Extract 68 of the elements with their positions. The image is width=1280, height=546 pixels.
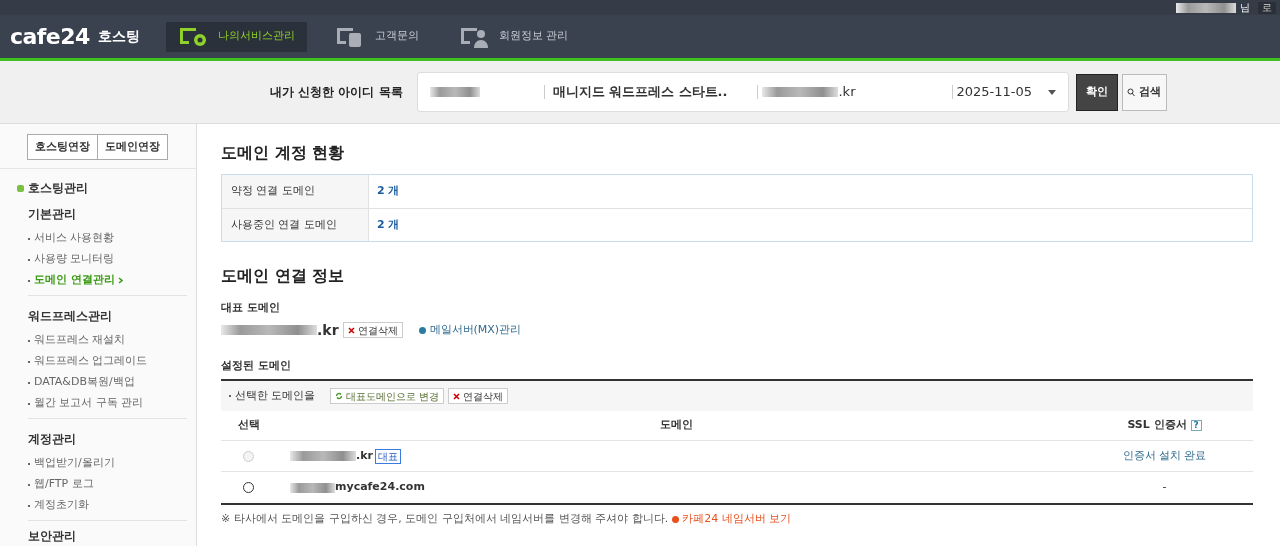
- sidebar-item[interactable]: 월간 보고서 구독 관리: [34, 395, 144, 412]
- section-bullet-icon: [17, 184, 24, 192]
- section-title: 도메인 연결 정보: [221, 265, 346, 287]
- user-suffix: 님: [1240, 1, 1250, 15]
- sidebar-group-title: 계정관리: [28, 431, 77, 448]
- confirm-button[interactable]: 확인: [1075, 73, 1118, 111]
- renew-button[interactable]: 호스팅연장: [27, 134, 98, 160]
- nav-tab[interactable]: 회원정보 관리: [446, 21, 581, 52]
- delete-link-button[interactable]: 연결삭제: [342, 322, 403, 338]
- domain-text: mycafe24.com: [335, 479, 425, 496]
- sidebar-group-title: 기본관리: [28, 206, 77, 223]
- mx-link[interactable]: 메일서버(MX)관리: [429, 321, 522, 339]
- domain-text: .kr: [838, 83, 856, 102]
- sidebar-title: 호스팅관리: [28, 180, 88, 197]
- delete-link-button[interactable]: 연결삭제: [447, 388, 508, 404]
- ssl-status: 인증서 설치 완료: [1121, 447, 1208, 464]
- close-icon: [347, 326, 355, 334]
- help-icon[interactable]: ?: [1190, 420, 1202, 431]
- chevron-right-icon: [117, 277, 123, 284]
- redacted-text: [1176, 2, 1236, 13]
- section-title: 도메인 계정 현황: [221, 142, 346, 164]
- ssl-status: -: [1161, 479, 1168, 496]
- redacted-text: [290, 482, 335, 493]
- dropdown-caret-icon: [1047, 89, 1056, 95]
- sidebar-item[interactable]: 서비스 사용현황: [34, 230, 115, 247]
- subsection-title: 대표 도메인: [221, 300, 281, 316]
- primary-domain: .kr: [317, 320, 339, 340]
- sidebar-item[interactable]: 도메인 연결관리: [34, 272, 115, 289]
- column-header: SSL 인증서: [1127, 417, 1187, 434]
- table-label: 약정 연결 도메인: [222, 175, 369, 208]
- renew-button[interactable]: 도메인연장: [97, 134, 168, 160]
- logo[interactable]: cafe24: [10, 20, 90, 53]
- sidebar-item[interactable]: 사용량 모니터링: [34, 251, 115, 268]
- product-name: 매니지드 워드프레스 스타트..: [552, 83, 728, 102]
- table-label: 사용중인 연결 도메인: [222, 209, 369, 241]
- radio-button[interactable]: [243, 482, 254, 493]
- refresh-icon: [334, 392, 343, 400]
- nameserver-link[interactable]: 카페24 네임서버 보기: [682, 511, 792, 528]
- search-icon: [1127, 87, 1136, 97]
- note-text: ※ 타사에서 도메인을 구입하신 경우, 도메인 구입처에서 네임서버를 변경해 주셔야 합니다.: [221, 511, 669, 527]
- action-label: 선택한 도메인을: [235, 387, 316, 404]
- primary-badge: 대표: [374, 448, 401, 464]
- sidebar-item[interactable]: DATA&DB복원/백업: [34, 374, 135, 391]
- sidebar-item[interactable]: 웹/FTP 로그: [34, 476, 94, 493]
- table-value[interactable]: 2 개: [377, 183, 400, 200]
- selector-label: 내가 신청한 아이디 목록: [270, 84, 403, 101]
- set-primary-button[interactable]: 대표도메인으로 변경: [329, 388, 444, 404]
- sidebar-item[interactable]: 워드프레스 재설치: [34, 332, 126, 349]
- nav-tab[interactable]: 고객문의: [322, 21, 431, 52]
- table-value[interactable]: 2 개: [377, 216, 400, 234]
- sidebar-group-title: 워드프레스관리: [28, 308, 113, 325]
- domain-text: .kr: [356, 447, 373, 464]
- sidebar-group-title: 보안관리: [28, 528, 77, 545]
- column-header: 선택: [236, 417, 261, 434]
- sidebar-item[interactable]: 계정초기화: [34, 497, 89, 514]
- id-select[interactable]: 매니지드 워드프레스 스타트.. .kr 2025-11-05: [416, 72, 1069, 112]
- sidebar-item[interactable]: 워드프레스 업그레이드: [34, 353, 148, 370]
- close-icon: [452, 392, 460, 400]
- search-button[interactable]: 검색: [1121, 73, 1167, 111]
- sidebar-item[interactable]: 백업받기/올리기: [34, 455, 115, 472]
- nav-tab[interactable]: 나의서비스관리: [165, 21, 307, 52]
- redacted-id: [429, 87, 480, 97]
- redacted-text: [290, 451, 356, 461]
- logo-subtitle: 호스팅: [97, 27, 140, 46]
- logout-button[interactable]: 로: [1258, 1, 1276, 14]
- column-header: 도메인: [658, 417, 694, 434]
- date-text: 2025-11-05: [956, 83, 1033, 102]
- subsection-title: 설정된 도메인: [221, 357, 292, 374]
